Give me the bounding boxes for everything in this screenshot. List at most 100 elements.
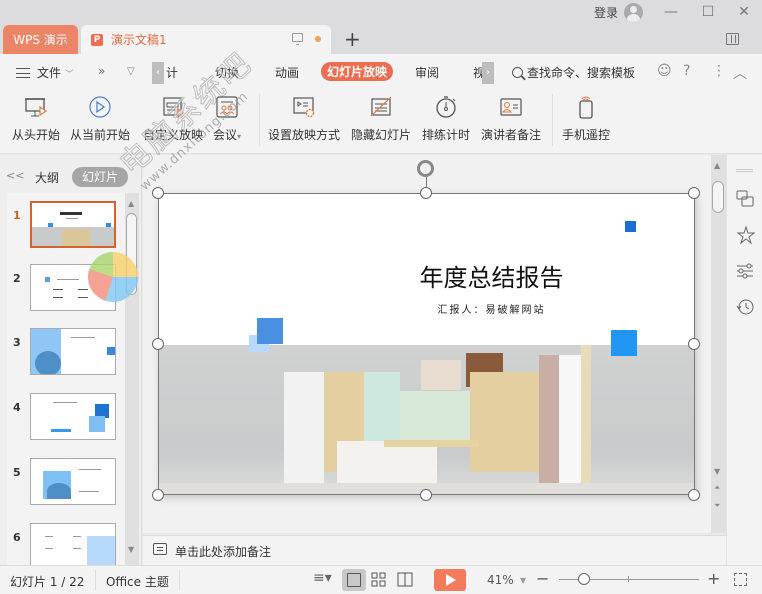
decor-square <box>611 330 637 356</box>
scroll-down-icon[interactable]: ▼ <box>714 467 720 476</box>
slide-thumbnail[interactable]: 6 <box>7 523 125 565</box>
more-options-icon[interactable]: ⋮ <box>712 63 726 79</box>
tabs-scroll-left-button[interactable]: ‹ <box>152 62 164 84</box>
ribbon-toolbar: 从头开始 从当前开始 自定义放映 会议▾ 设置放映方式 隐藏幻灯片 排练计时 演… <box>0 88 762 154</box>
scroll-down-icon[interactable]: ▼ <box>128 545 134 554</box>
slide-number: 6 <box>13 531 21 544</box>
help-icon[interactable]: ? <box>683 63 690 79</box>
tab-design[interactable]: 计 <box>166 64 178 81</box>
play-from-current-label: 从当前开始 <box>70 128 131 142</box>
title-bar: WPS 演示 P 演示文稿1 + 登录 — ☐ ✕ <box>0 0 762 54</box>
slide-subtitle[interactable]: 汇报人：易破解网站 <box>159 301 694 316</box>
resize-handle[interactable] <box>152 187 164 199</box>
close-button[interactable]: ✕ <box>733 2 755 22</box>
speaker-notes-button[interactable]: 演讲者备注 <box>481 94 541 143</box>
notes-toggle-icon[interactable]: ≡▾ <box>313 570 332 586</box>
maximize-button[interactable]: ☐ <box>697 2 719 22</box>
watermark-logo-icon <box>88 252 138 302</box>
theme-name[interactable]: Office 主题 <box>106 573 169 590</box>
notes-pane[interactable]: 单击此处添加备注 <box>143 535 726 565</box>
quick-access-dropdown-icon[interactable]: ▽ <box>127 66 135 77</box>
zoom-dropdown-icon[interactable]: ▼ <box>520 576 526 585</box>
tab-view[interactable]: 视 <box>473 64 482 81</box>
resize-handle[interactable] <box>420 187 432 199</box>
play-from-current-icon <box>89 96 111 118</box>
resize-handle[interactable] <box>420 489 432 501</box>
next-slide-icon[interactable]: ⏷ <box>714 501 720 511</box>
rehearse-timing-button[interactable]: 排练计时 <box>422 94 470 143</box>
zoom-in-button[interactable]: + <box>707 569 720 588</box>
command-search[interactable]: 查找命令、搜索模板 <box>512 64 635 81</box>
normal-view-button[interactable] <box>342 569 366 591</box>
document-tab-label: 演示文稿1 <box>111 33 167 47</box>
slide-number: 4 <box>13 401 21 414</box>
reading-view-icon[interactable] <box>397 572 413 588</box>
side-panel-toggle-icon[interactable] <box>726 33 739 45</box>
scrollbar-thumb[interactable] <box>712 181 724 213</box>
slide-switch-icon[interactable] <box>735 189 755 209</box>
resize-handle[interactable] <box>688 187 700 199</box>
ribbon-separator <box>259 94 260 146</box>
play-from-current-button[interactable]: 从当前开始 <box>70 94 130 143</box>
tab-transitions[interactable]: 切换 <box>215 64 239 81</box>
rotate-handle-icon[interactable] <box>417 160 434 177</box>
scroll-up-icon[interactable]: ▲ <box>128 199 134 208</box>
history-icon[interactable] <box>735 297 755 317</box>
scroll-up-icon[interactable]: ▲ <box>714 161 720 170</box>
tab-animations[interactable]: 动画 <box>275 64 299 81</box>
document-tab[interactable]: P 演示文稿1 <box>81 25 331 54</box>
slide-thumbnail-list: 1 2 3 4 5 6 <box>7 193 125 565</box>
collapse-panel-button[interactable]: << <box>6 169 24 182</box>
hide-slide-button[interactable]: 隐藏幻灯片 <box>351 94 411 143</box>
slide-preview <box>30 328 116 375</box>
tab-review[interactable]: 审阅 <box>415 64 439 81</box>
tab-outline[interactable]: 大纲 <box>35 169 59 186</box>
more-tabs-button[interactable]: » <box>98 64 105 78</box>
resize-handle[interactable] <box>688 338 700 350</box>
meeting-button[interactable]: 会议▾ <box>213 94 241 143</box>
fit-to-window-icon[interactable] <box>734 573 747 586</box>
minimize-button[interactable]: — <box>660 2 682 22</box>
login-link[interactable]: 登录 <box>594 4 618 21</box>
collapse-ribbon-icon[interactable]: ︿ <box>733 63 747 83</box>
slide-thumbnail[interactable]: 4 <box>7 393 125 453</box>
app-tab[interactable]: WPS 演示 <box>3 25 78 54</box>
phone-remote-button[interactable]: 手机遥控 <box>562 94 610 143</box>
meeting-icon <box>216 96 238 118</box>
properties-sliders-icon[interactable] <box>735 261 755 281</box>
hamburger-menu-icon[interactable] <box>16 68 30 78</box>
slide-number: 3 <box>13 336 21 349</box>
slide-preview <box>30 458 116 505</box>
show-settings-label: 设置放映方式 <box>268 128 341 142</box>
user-avatar-icon[interactable] <box>624 3 643 22</box>
zoom-level[interactable]: 41% <box>487 573 514 587</box>
previous-slide-icon[interactable]: ⏶ <box>714 483 720 493</box>
tabs-scroll-right-button[interactable]: › <box>482 62 494 84</box>
play-from-start-button[interactable]: 从头开始 <box>12 94 60 143</box>
right-task-bar <box>726 155 762 565</box>
notes-placeholder[interactable]: 单击此处添加备注 <box>175 543 271 560</box>
resize-handle[interactable] <box>688 489 700 501</box>
resize-handle[interactable] <box>152 338 164 350</box>
zoom-out-button[interactable]: − <box>536 569 549 588</box>
resize-handle[interactable] <box>152 489 164 501</box>
comment-icon[interactable]: ☺ <box>657 63 672 79</box>
show-settings-button[interactable]: 设置放映方式 <box>268 94 340 143</box>
tab-slides[interactable]: 幻灯片 <box>72 167 128 187</box>
play-slideshow-button[interactable] <box>434 569 466 591</box>
current-slide[interactable]: 年度总结报告 汇报人：易破解网站 <box>158 193 695 495</box>
canvas-scrollbar[interactable]: ▲ ▼ ⏶ ⏷ <box>711 155 726 533</box>
drag-handle-icon[interactable] <box>736 169 753 172</box>
slide-thumbnail[interactable]: 3 <box>7 328 125 388</box>
file-menu[interactable]: 文件 ﹀ <box>37 64 74 81</box>
custom-show-button[interactable]: 自定义放映 <box>143 94 203 143</box>
animation-star-icon[interactable] <box>735 225 755 245</box>
slide-sorter-icon[interactable] <box>371 572 387 588</box>
thumbnail-scrollbar[interactable]: ▲ ▼ <box>125 193 139 565</box>
monitor-icon[interactable] <box>292 33 303 45</box>
new-tab-button[interactable]: + <box>344 29 361 49</box>
slide-title[interactable]: 年度总结报告 <box>159 258 694 293</box>
zoom-slider-knob[interactable] <box>578 573 591 585</box>
slide-thumbnail[interactable]: 5 <box>7 458 125 518</box>
tab-slideshow[interactable]: 幻灯片放映 <box>321 62 394 81</box>
